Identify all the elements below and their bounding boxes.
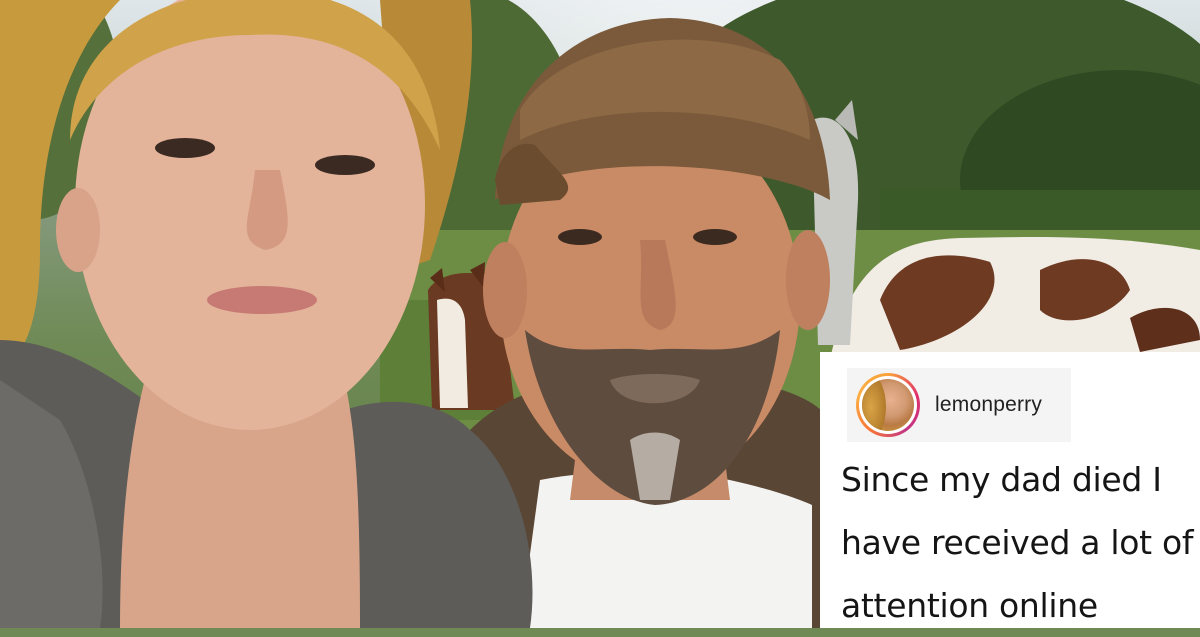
caption-line-1: Since my dad died I [841,460,1162,499]
caption-card: lemonperry Since my dad died I have rece… [820,352,1200,628]
avatar [862,379,914,431]
avatar-story-ring[interactable] [856,373,920,437]
instagram-user-chip[interactable]: lemonperry [847,368,1071,442]
caption-line-2: have received a lot of [841,523,1194,562]
username-label[interactable]: lemonperry [935,393,1042,417]
post-caption: Since my dad died I have received a lot … [841,448,1194,637]
avatar-frame [859,376,917,434]
